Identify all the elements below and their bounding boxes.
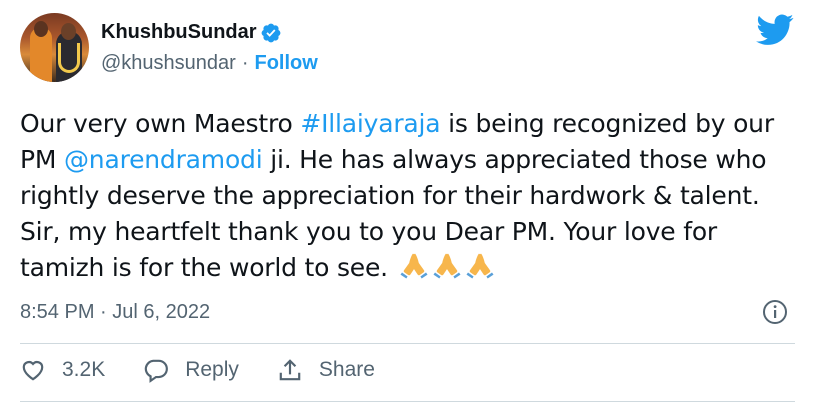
mention-link[interactable]: @narendramodi [64, 145, 263, 174]
divider [20, 401, 795, 402]
reply-button[interactable]: Reply [143, 357, 239, 383]
avatar[interactable] [20, 13, 89, 82]
tweet-actions: 3.2K Reply Share [20, 357, 413, 383]
author-handle[interactable]: @khushsundar [101, 52, 236, 75]
tweet-text: Our very own Maestro #Illaiyaraja is bei… [20, 106, 800, 286]
like-button[interactable]: 3.2K [20, 357, 105, 383]
info-icon[interactable] [762, 299, 788, 325]
tweet-text-segment: Our very own Maestro [20, 109, 301, 138]
tweet-timestamp[interactable]: 8:54 PM · Jul 6, 2022 [20, 301, 210, 324]
hashtag-link[interactable]: #Illaiyaraja [300, 109, 440, 138]
twitter-bird-icon[interactable] [756, 14, 794, 46]
handle-separator: · [241, 52, 249, 74]
reply-icon [144, 359, 169, 383]
verified-badge-icon [261, 23, 280, 42]
like-count: 3.2K [62, 358, 106, 381]
divider [20, 343, 795, 344]
author-handle-row: @khushsundar · Follow [101, 52, 318, 75]
follow-button[interactable]: Follow [255, 52, 318, 75]
share-icon [279, 359, 301, 381]
author-display-name[interactable]: KhushbuSundar [101, 21, 257, 44]
heart-icon [22, 361, 44, 381]
folded-hands-icon [466, 253, 494, 279]
folded-hands-icon [400, 253, 428, 279]
share-button[interactable]: Share [277, 357, 375, 383]
folded-hands-icon [433, 253, 461, 279]
author-name-row: KhushbuSundar [101, 21, 282, 44]
share-label: Share [318, 358, 375, 381]
reply-label: Reply [185, 358, 239, 381]
